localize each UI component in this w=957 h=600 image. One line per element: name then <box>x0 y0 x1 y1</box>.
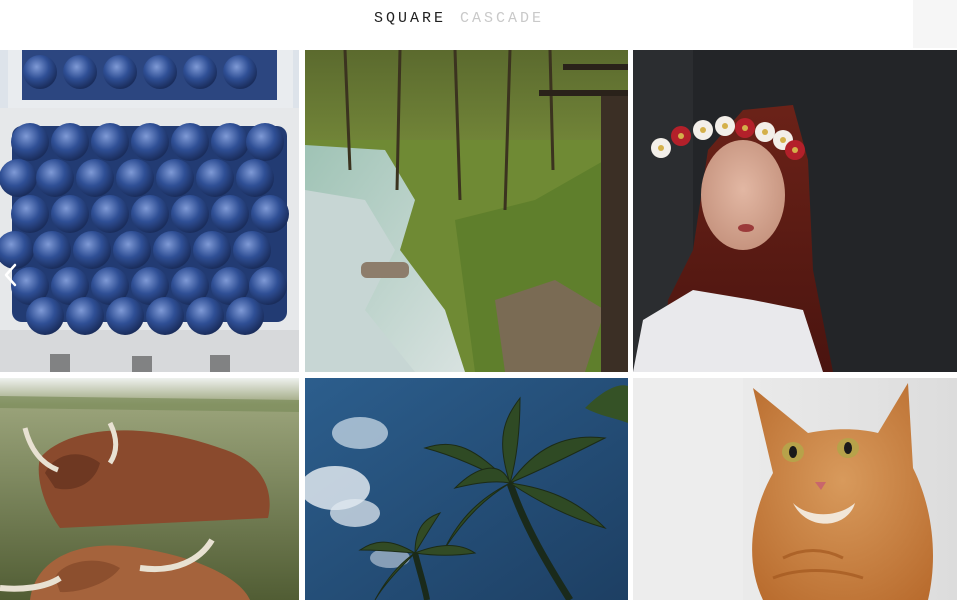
photo-tile-palm-trees[interactable] <box>305 378 628 600</box>
photo-tile-blueberries[interactable] <box>0 50 299 372</box>
palm-trees-photo <box>305 378 628 600</box>
photo-tile-forest-stream[interactable] <box>305 50 628 372</box>
photo-tile-woman-flower-crown[interactable] <box>633 50 957 372</box>
orange-cat-photo <box>633 378 957 600</box>
tab-square[interactable]: SQUARE <box>374 10 446 27</box>
photo-gallery-grid <box>0 50 957 600</box>
photo-tile-highland-cattle[interactable] <box>0 378 299 600</box>
forest-stream-photo <box>305 50 628 372</box>
top-navigation-bar: SQUARE CASCADE <box>0 0 957 48</box>
photo-tile-orange-cat[interactable] <box>633 378 957 600</box>
tab-cascade[interactable]: CASCADE <box>460 10 544 27</box>
woman-flower-crown-photo <box>633 50 957 372</box>
chevron-left-icon[interactable] <box>2 262 20 288</box>
top-right-panel <box>913 0 957 48</box>
view-mode-tabs: SQUARE CASCADE <box>374 10 544 27</box>
blueberries-photo <box>0 50 299 372</box>
highland-cattle-photo <box>0 378 299 600</box>
